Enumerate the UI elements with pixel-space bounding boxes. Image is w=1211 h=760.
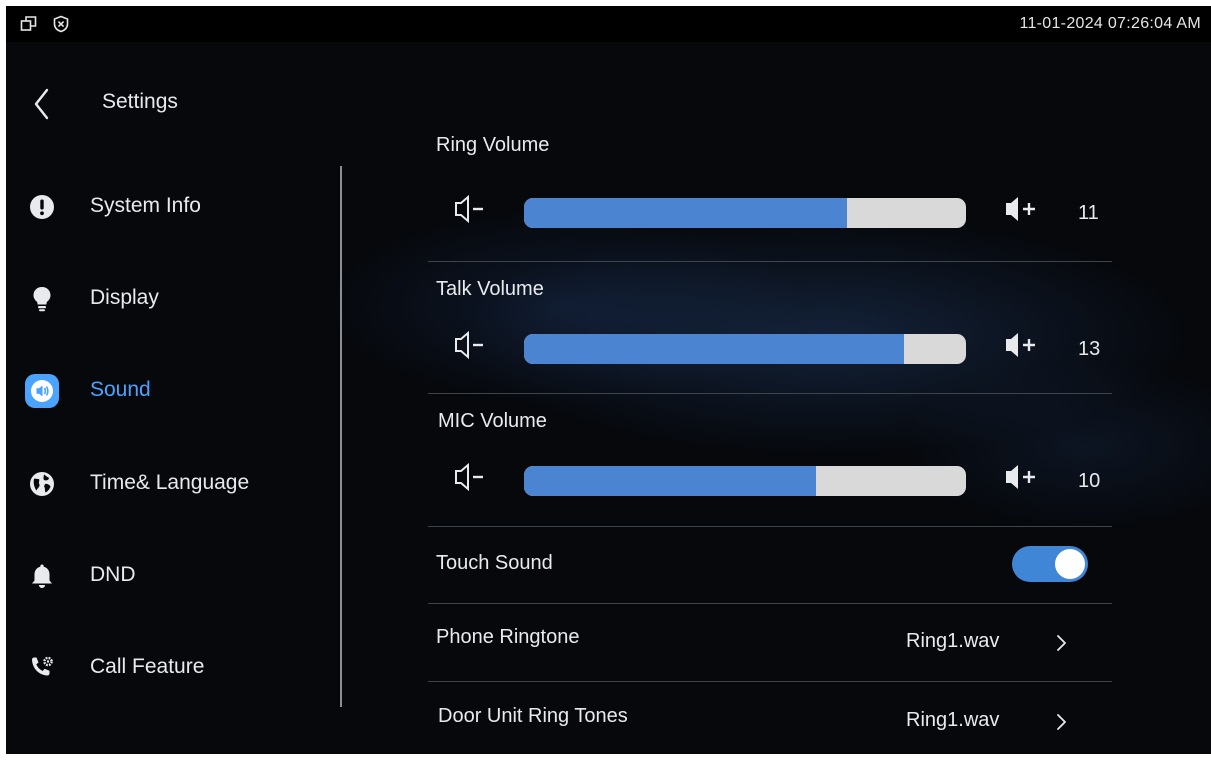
- door-unit-ring-tones-row[interactable]: Door Unit Ring Tones Ring1.wav: [426, 688, 1116, 748]
- globe-icon: [28, 470, 56, 498]
- divider: [428, 261, 1112, 262]
- ring-volume-down-button[interactable]: [452, 192, 496, 226]
- volume-up-icon: [1006, 465, 1035, 489]
- sidebar-item-time-language[interactable]: Time& Language: [6, 453, 326, 513]
- phone-ringtone-value[interactable]: Ring1.wav: [906, 630, 999, 653]
- mic-volume-up-button[interactable]: [1002, 460, 1046, 494]
- sidebar-item-label: Sound: [90, 378, 151, 401]
- sidebar-item-dnd[interactable]: DND: [6, 545, 326, 605]
- bell-icon: [28, 562, 56, 590]
- sidebar-item-label: Call Feature: [90, 655, 205, 678]
- lightbulb-icon: [28, 285, 56, 313]
- divider: [428, 603, 1112, 604]
- talk-volume-down-button[interactable]: [452, 328, 496, 362]
- sidebar-item-system-info[interactable]: System Info: [6, 176, 326, 236]
- ring-volume-label: Ring Volume: [436, 134, 550, 156]
- talk-volume-slider[interactable]: [524, 334, 966, 364]
- volume-up-icon: [1006, 197, 1035, 221]
- mic-volume-slider[interactable]: [524, 466, 966, 496]
- page-title: Settings: [102, 90, 178, 113]
- mic-volume-label: MIC Volume: [438, 410, 547, 432]
- mic-volume-slider-fill: [524, 466, 816, 496]
- status-datetime: 11-01-2024 07:26:04 AM: [1019, 15, 1201, 32]
- chevron-right-icon[interactable]: [1054, 712, 1068, 732]
- touch-sound-row: Touch Sound: [426, 536, 1116, 596]
- volume-up-icon: [1006, 333, 1035, 357]
- speaker-icon: [24, 373, 60, 409]
- sidebar-item-label: Time& Language: [90, 471, 250, 494]
- settings-screen: 11-01-2024 07:26:04 AM Settings System I…: [6, 6, 1211, 754]
- ring-volume-section: Ring Volume 11: [426, 134, 1116, 264]
- talk-volume-label: Talk Volume: [436, 278, 544, 300]
- sidebar-item-label: DND: [90, 563, 136, 586]
- ring-volume-slider[interactable]: [524, 198, 966, 228]
- talk-volume-slider-fill: [524, 334, 905, 364]
- mic-volume-down-button[interactable]: [452, 460, 496, 494]
- talk-volume-section: Talk Volume 13: [426, 278, 1116, 408]
- sidebar-item-call-feature[interactable]: Call Feature: [6, 637, 326, 697]
- divider: [428, 526, 1112, 527]
- talk-volume-value: 13: [1078, 338, 1101, 360]
- door-unit-ring-tones-value[interactable]: Ring1.wav: [906, 709, 999, 732]
- phone-ringtone-row[interactable]: Phone Ringtone Ring1.wav: [426, 610, 1116, 670]
- mic-volume-section: MIC Volume 10: [426, 410, 1116, 540]
- info-exclamation-icon: [28, 193, 56, 221]
- divider: [428, 393, 1112, 394]
- ring-volume-up-button[interactable]: [1002, 192, 1046, 226]
- toggle-knob: [1055, 549, 1085, 579]
- chevron-left-icon: [34, 88, 49, 120]
- sidebar-item-display[interactable]: Display: [6, 268, 326, 328]
- ring-volume-slider-fill: [524, 198, 847, 228]
- sidebar-item-sound[interactable]: Sound: [6, 360, 326, 420]
- sidebar-item-label: Display: [90, 286, 159, 309]
- window-restore-icon: [20, 15, 38, 33]
- phone-ringtone-label: Phone Ringtone: [436, 626, 580, 648]
- phone-gear-icon: [28, 654, 56, 682]
- touch-sound-label: Touch Sound: [436, 552, 553, 574]
- door-unit-ring-tones-label: Door Unit Ring Tones: [438, 705, 628, 727]
- divider: [428, 681, 1112, 682]
- volume-down-icon: [455, 194, 483, 224]
- volume-down-icon: [455, 330, 483, 360]
- sidebar-divider: [340, 166, 342, 707]
- volume-down-icon: [455, 462, 483, 492]
- sidebar-item-label: System Info: [90, 194, 201, 217]
- shield-close-icon: [52, 15, 70, 33]
- mic-volume-value: 10: [1078, 470, 1101, 492]
- ring-volume-value: 11: [1078, 202, 1099, 224]
- status-bar: 11-01-2024 07:26:04 AM: [6, 6, 1211, 42]
- talk-volume-up-button[interactable]: [1002, 328, 1046, 362]
- back-button[interactable]: [28, 86, 58, 122]
- chevron-right-icon[interactable]: [1054, 633, 1068, 653]
- touch-sound-toggle[interactable]: [1012, 546, 1088, 582]
